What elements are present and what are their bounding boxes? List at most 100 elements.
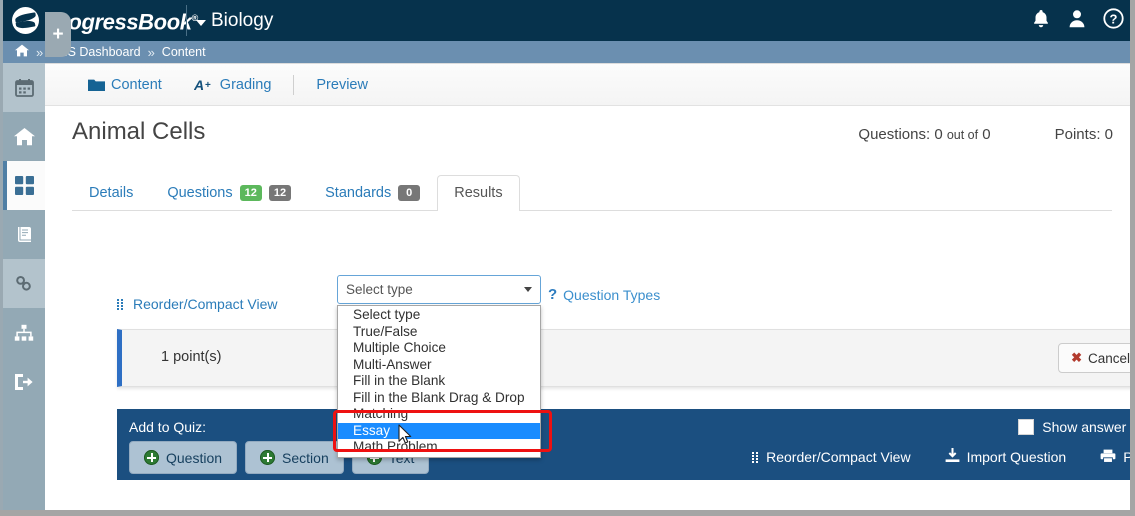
dropdown-option-fill-in-the-blank-drag-drop[interactable]: Fill in the Blank Drag & Drop [338,390,540,407]
breadcrumb-separator-2: » [147,44,155,60]
tab-preview[interactable]: Preview [300,77,384,93]
gradebook-icon [17,227,31,242]
signout-icon [15,373,33,390]
sidebar-item-dashboard[interactable] [3,161,45,210]
progressbook-logo[interactable]: ProgressBook® [12,4,198,37]
import-question-link[interactable]: Import Question [945,448,1067,466]
page-meta: Questions: 0 out of 0 Points: 0 [858,126,1113,143]
standards-badge: 0 [398,185,421,201]
tab-results[interactable]: Results [437,175,520,211]
link-icon [16,276,31,291]
import-question-label: Import Question [966,449,1067,465]
calendar-icon [14,79,34,97]
window-frame-right [1130,0,1135,516]
add-question-label: Question [166,449,223,466]
dropdown-option-math-problem[interactable]: Math Problem [338,439,540,456]
course-selector[interactable]: Biology [196,7,273,34]
sidebar-item-links[interactable] [3,259,45,308]
dropdown-option-essay[interactable]: Essay [338,422,540,439]
plus-circle-icon [144,450,159,465]
breadcrumb-separator-1: » [36,44,44,60]
app-tab-bar: Content A + Grading Preview [45,64,1130,106]
tab-divider [293,74,295,95]
tab-content[interactable]: Content [72,77,178,93]
left-sidebar [3,63,45,510]
questions-total: 0 [982,126,991,143]
dropdown-option-matching[interactable]: Matching [338,406,540,423]
sidebar-item-gradebook[interactable] [3,210,45,259]
points-label: Points: [1054,126,1101,143]
page-header-row: Animal Cells Questions: 0 out of 0 Point… [45,114,1130,162]
sidebar-item-signout[interactable] [3,357,45,406]
section-tab-bar: Details Questions 12 12 Standards 0 Resu… [72,170,1112,211]
panel-action-links: Reorder/Compact View Import Question Pri… [752,448,1135,466]
sidebar-item-sitemap[interactable] [3,308,45,357]
add-section-label: Section [282,449,329,466]
user-icon[interactable] [1067,8,1087,29]
tab-preview-label: Preview [316,76,368,93]
home-icon[interactable] [15,44,29,60]
show-answer-key-label: Show answer key [1042,419,1135,435]
tab-questions[interactable]: Questions 12 12 [150,175,308,211]
dropdown-option-fill-in-the-blank[interactable]: Fill in the Blank [338,373,540,390]
questions-summary: Questions: 0 out of 0 [858,126,990,143]
question-points: 1 point(s) [161,349,222,365]
grip-icon [752,451,759,463]
folder-icon [88,78,105,92]
question-types-label: Question Types [563,286,661,303]
home-icon [13,128,35,146]
question-type-dropdown[interactable]: Select type True/False Multiple Choice M… [337,305,541,458]
reorder-compact-view-link[interactable]: Reorder/Compact View [133,296,277,312]
course-name: Biology [211,10,274,31]
plus-circle-icon [260,450,276,465]
sitemap-icon [14,324,34,341]
tab-standards-label: Standards [325,185,392,201]
sidebar-add-button[interactable]: + [45,12,71,57]
dropdown-option-select-type[interactable]: Select type [338,307,540,324]
x-icon: ✖ [1071,350,1082,365]
dropdown-option-multiple-choice[interactable]: Multiple Choice [338,340,540,357]
questions-outof-label: out of [946,128,979,142]
add-section-button[interactable]: Section [245,441,344,474]
page-title: Animal Cells [72,118,206,145]
show-answer-key-toggle[interactable]: Show answer key [1018,419,1135,435]
help-icon[interactable]: ? [1103,8,1124,29]
add-to-quiz-label: Add to Quiz: [129,419,207,435]
question-types-link[interactable]: ? Question Types [548,286,660,303]
cancel-button[interactable]: ✖ Cancel [1058,343,1135,373]
cancel-button-label: Cancel [1087,350,1130,366]
questions-count: 0 [934,126,943,143]
tab-grading[interactable]: A + Grading [178,77,288,93]
breadcrumb-bar: » LMS Dashboard » Content [0,41,1135,63]
bell-icon[interactable] [1031,8,1051,29]
window-frame-bottom [0,510,1135,516]
questions-badge-green: 12 [239,185,262,201]
header-icon-group: ? [1031,8,1124,29]
question-type-select[interactable]: Select type [337,275,541,304]
tab-standards[interactable]: Standards 0 [308,175,437,211]
dropdown-option-multi-answer[interactable]: Multi-Answer [338,357,540,374]
breadcrumb: » LMS Dashboard » Content [15,41,206,63]
sidebar-item-home[interactable] [3,112,45,161]
print-icon [1100,449,1116,466]
a-plus-icon: A + [194,77,214,92]
questions-label: Questions: [858,126,931,143]
breadcrumb-item-content[interactable]: Content [162,45,206,59]
question-mark-icon: ? [548,286,558,303]
tab-details-label: Details [89,185,134,201]
svg-text:?: ? [1110,11,1118,26]
panel-reorder-compact-view-link[interactable]: Reorder/Compact View [752,449,911,465]
svg-text:A: A [194,77,204,92]
svg-text:+: + [205,80,211,91]
header-divider [186,5,187,36]
add-question-button[interactable]: Question [129,441,238,474]
tab-results-label: Results [454,185,503,201]
top-navigation-bar: ProgressBook® Biology ? [0,0,1135,41]
dashboard-grid-icon [14,176,34,195]
tab-details[interactable]: Details [72,175,150,211]
show-answer-key-checkbox[interactable] [1018,419,1035,435]
dropdown-option-true-false[interactable]: True/False [338,324,540,341]
sidebar-item-calendar[interactable] [3,63,45,112]
grip-icon [117,299,124,310]
panel-reorder-label: Reorder/Compact View [766,449,911,465]
